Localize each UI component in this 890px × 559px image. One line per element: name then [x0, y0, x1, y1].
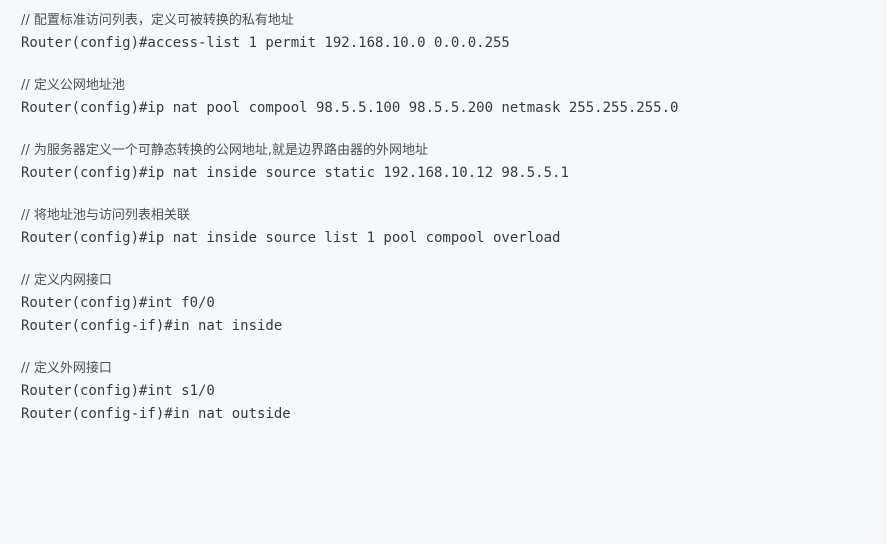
code-line: Router(config)#int f0/0 [21, 295, 215, 311]
code-line: // 定义公网地址池 [21, 78, 125, 93]
code-line: Router(config)#access-list 1 permit 192.… [21, 35, 510, 51]
code-line: Router(config-if)#in nat outside [21, 406, 291, 422]
code-line: Router(config)#ip nat inside source list… [21, 230, 561, 246]
code-line: // 配置标准访问列表，定义可被转换的私有地址 [21, 13, 294, 28]
code-line: // 为服务器定义一个可静态转换的公网地址,就是边界路由器的外网地址 [21, 143, 429, 158]
code-line: // 定义外网接口 [21, 361, 112, 376]
code-line: Router(config-if)#in nat inside [21, 318, 283, 334]
code-line: Router(config)#int s1/0 [21, 383, 215, 399]
code-line: Router(config)#ip nat pool compool 98.5.… [21, 100, 679, 116]
code-block: // 配置标准访问列表，定义可被转换的私有地址 Router(config)#a… [0, 0, 886, 544]
code-line: Router(config)#ip nat inside source stat… [21, 165, 569, 181]
code-line: // 定义内网接口 [21, 273, 112, 288]
code-line: // 将地址池与访问列表相关联 [21, 208, 190, 223]
